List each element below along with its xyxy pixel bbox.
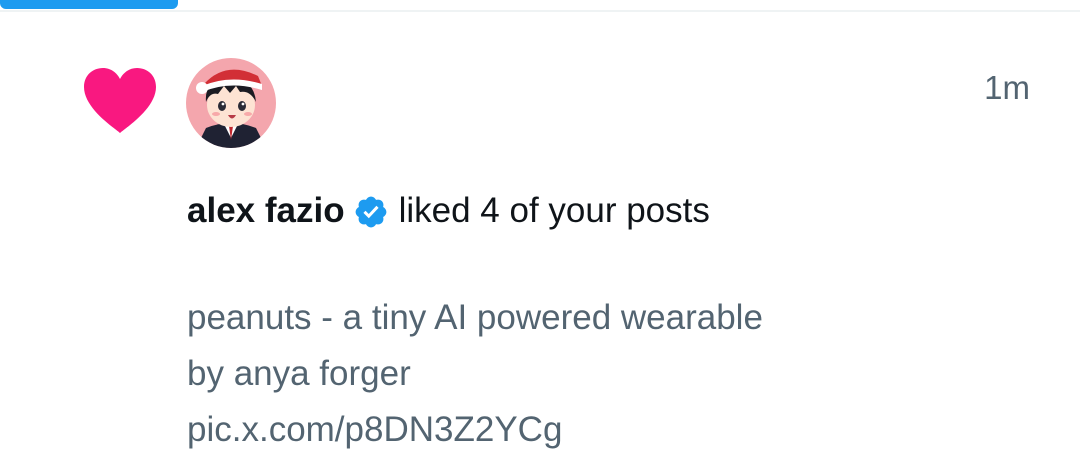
post-preview-line: peanuts - a tiny AI powered wearable: [187, 298, 763, 337]
post-preview[interactable]: peanuts - a tiny AI powered wearable by …: [187, 290, 1007, 456]
active-tab-indicator: [0, 0, 178, 9]
timestamp[interactable]: 1m: [984, 68, 1030, 108]
verified-badge-icon[interactable]: [353, 194, 389, 230]
action-text: liked 4 of your posts: [398, 191, 710, 230]
like-notification[interactable]: 1m alex fazio liked 4 of your posts pean…: [0, 12, 1080, 456]
notification-headline: alex fazio liked 4 of your posts: [187, 190, 710, 232]
notifications-page: 1m alex fazio liked 4 of your posts pean…: [0, 0, 1080, 456]
user-name-link[interactable]: alex fazio: [187, 190, 345, 232]
avatar[interactable]: [186, 58, 276, 148]
post-preview-line: by anya forger: [187, 354, 411, 393]
heart-icon: [82, 67, 158, 135]
post-media-link[interactable]: pic.x.com/p8DN3Z2YCg: [187, 402, 1007, 456]
